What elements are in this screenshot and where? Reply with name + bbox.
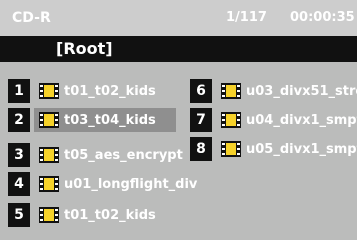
file-name: t01_t02_kids: [64, 83, 156, 99]
video-file-icon: [221, 83, 241, 99]
file-counter: 1/117: [226, 10, 267, 25]
file-entry[interactable]: u05_divx1_smpte: [216, 137, 357, 161]
file-name: u04_divx1_smpte: [246, 112, 357, 128]
file-name: t01_t02_kids: [64, 207, 156, 223]
item-number: 3: [8, 143, 30, 167]
item-number: 5: [8, 203, 30, 227]
file-name: u05_divx1_smpte: [246, 141, 357, 157]
video-file-icon: [39, 207, 59, 223]
list-item[interactable]: 3 t05_aes_encrypt: [8, 143, 187, 167]
file-name: t05_aes_encrypt: [64, 147, 183, 163]
list-item[interactable]: 1 t01_t02_kids: [8, 79, 160, 103]
file-entry[interactable]: t01_t02_kids: [34, 79, 160, 103]
file-entry[interactable]: u04_divx1_smpte: [216, 108, 357, 132]
folder-path-bar: [Root]: [0, 36, 357, 62]
video-file-icon: [39, 112, 59, 128]
file-entry[interactable]: t05_aes_encrypt: [34, 143, 187, 167]
video-file-icon: [221, 141, 241, 157]
item-number: 1: [8, 79, 30, 103]
file-entry[interactable]: u01_longflight_div: [34, 172, 201, 196]
elapsed-time: 00:00:35: [290, 10, 355, 25]
file-entry[interactable]: t01_t02_kids: [34, 203, 160, 227]
item-number: 8: [190, 137, 212, 161]
item-number: 2: [8, 108, 30, 132]
list-item[interactable]: 6 u03_divx51_stret: [190, 79, 357, 103]
list-item[interactable]: 2 t03_t04_kids: [8, 108, 176, 132]
file-entry[interactable]: u03_divx51_stret: [216, 79, 357, 103]
file-name: u03_divx51_stret: [246, 83, 357, 99]
file-name: u01_longflight_div: [64, 176, 198, 192]
status-header: CD-R 1/117 00:00:35: [0, 0, 357, 36]
list-item[interactable]: 7 u04_divx1_smpte: [190, 108, 357, 132]
current-folder-label: [Root]: [56, 39, 113, 58]
video-file-icon: [39, 147, 59, 163]
item-number: 7: [190, 108, 212, 132]
video-file-icon: [39, 176, 59, 192]
video-file-icon: [39, 83, 59, 99]
item-number: 6: [190, 79, 212, 103]
file-name: t03_t04_kids: [64, 112, 156, 128]
file-list: 1 t01_t02_kids 2 t03_t04_kids 3 t05_aes_…: [0, 62, 357, 240]
list-item[interactable]: 5 t01_t02_kids: [8, 203, 160, 227]
file-entry-selected[interactable]: t03_t04_kids: [34, 108, 176, 132]
disc-type-label: CD-R: [12, 10, 51, 26]
item-number: 4: [8, 172, 30, 196]
file-browser-screen: CD-R 1/117 00:00:35 [Root] 1 t01_t02_kid…: [0, 0, 357, 240]
video-file-icon: [221, 112, 241, 128]
list-item[interactable]: 4 u01_longflight_div: [8, 172, 201, 196]
list-item[interactable]: 8 u05_divx1_smpte: [190, 137, 357, 161]
